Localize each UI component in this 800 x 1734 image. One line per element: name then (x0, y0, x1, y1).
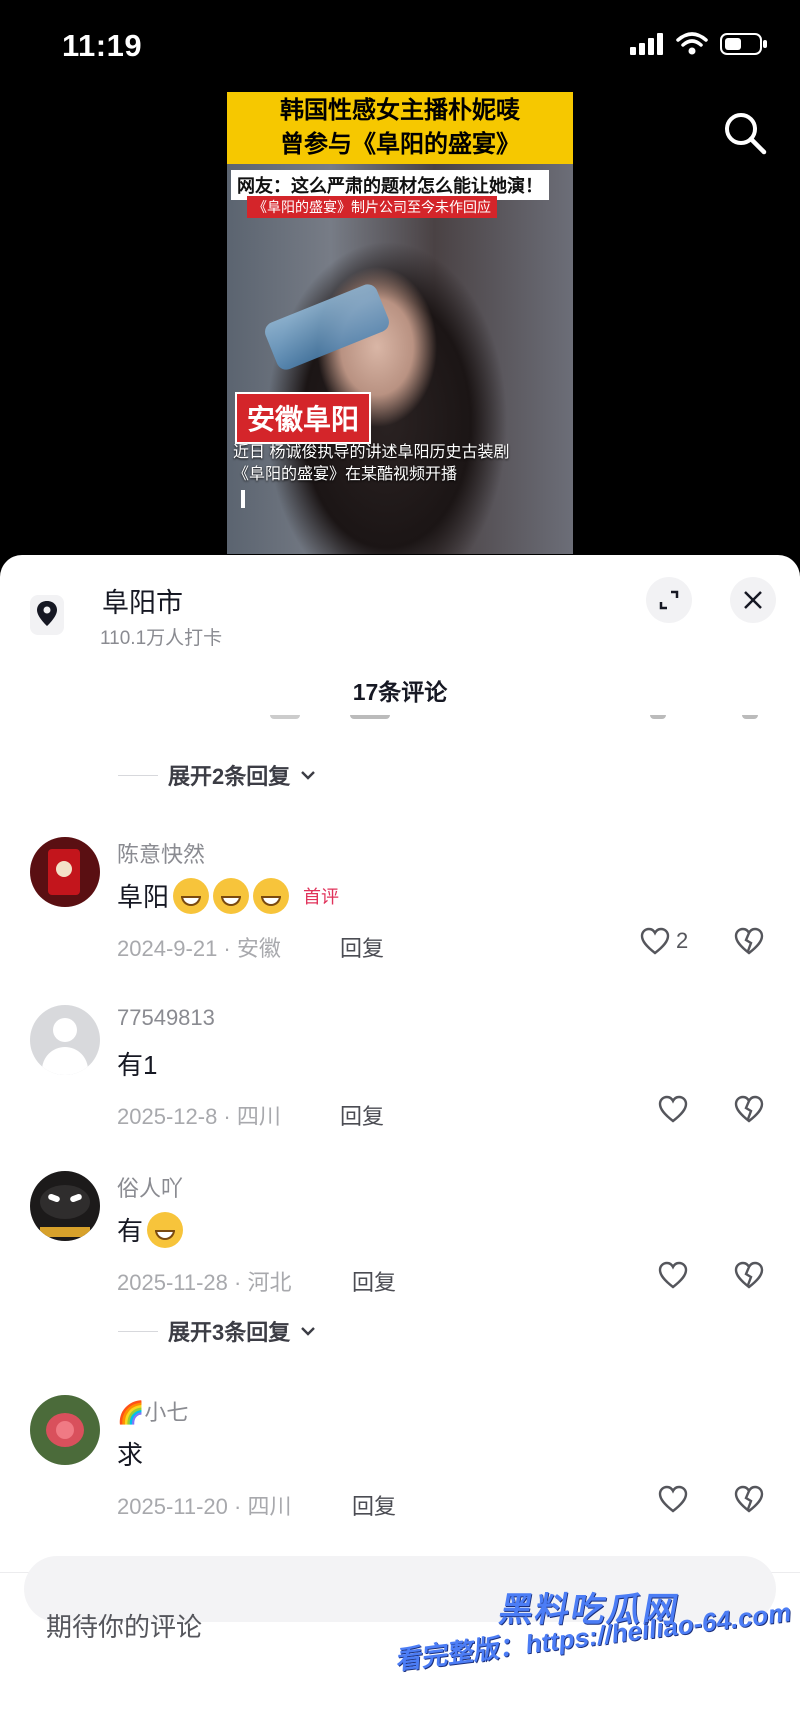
expand-replies-label: 展开3条回复 (168, 1320, 291, 1345)
expand-replies-label: 展开2条回复 (168, 764, 291, 789)
video-place-tag: 安徽阜阳 (235, 392, 372, 444)
like-button[interactable] (658, 1261, 688, 1289)
video-headline: 韩国性感女主播朴妮唛 曾参与《阜阳的盛宴》 (227, 92, 573, 164)
comment-item: 77549813 有1 2025-12-8 · 四川 回复 (0, 1005, 800, 1165)
comment-text: 有 (117, 1211, 184, 1248)
first-comment-badge: 首评 (303, 886, 340, 907)
comment-date-location: 2025-11-28 · 河北 (117, 1270, 292, 1295)
divider (118, 1330, 158, 1332)
chevron-down-icon (301, 1327, 316, 1336)
expand-icon (659, 590, 679, 610)
heart-icon (640, 927, 670, 955)
comment-text-content: 阜阳 (117, 882, 170, 912)
comment-username[interactable]: 陈意快然 (117, 837, 205, 869)
broken-heart-icon[interactable] (734, 1261, 764, 1289)
video-caption-line2: 《阜阳的盛宴》在某酷视频开播 (233, 466, 458, 483)
comment-text: 有1 (117, 1050, 158, 1080)
close-icon (744, 591, 762, 609)
comment-item: 陈意快然 阜阳 首评 2024-9-21 · 安徽 回复 2 (0, 837, 800, 997)
like-button[interactable] (658, 1095, 688, 1123)
comments-count-title: 17条评论 (352, 679, 448, 705)
heart-icon (658, 1261, 688, 1289)
reply-button[interactable]: 回复 (352, 1265, 396, 1297)
location-pin-icon (30, 595, 64, 635)
comment-input-placeholder: 期待你的评论 (46, 1612, 203, 1642)
caption-cursor (241, 490, 245, 508)
status-time: 11:19 (62, 28, 143, 63)
grin-sweat-emoji-icon (173, 877, 210, 914)
video-caption-line1: 近日 杨诚俊执导的讲述阜阳历史古装剧 (233, 444, 510, 461)
broken-heart-icon[interactable] (734, 1095, 764, 1123)
comment-username[interactable]: 77549813 (117, 1005, 215, 1031)
comment-text: 求 (117, 1440, 144, 1470)
comment-text-content: 有 (117, 1216, 144, 1246)
reply-button[interactable]: 回复 (340, 1099, 384, 1131)
comment-item: 🌈小七 求 2025-11-20 · 四川 回复 (0, 1395, 800, 1555)
expand-button[interactable] (646, 577, 692, 623)
comment-username[interactable]: 俗人吖 (117, 1171, 183, 1203)
heart-icon (658, 1095, 688, 1123)
status-bar: 11:19 (0, 0, 800, 90)
chevron-down-icon (301, 771, 316, 780)
video-caption: 近日 杨诚俊执导的讲述阜阳历史古装剧 《阜阳的盛宴》在某酷视频开播 (233, 442, 567, 486)
video-thumbnail[interactable]: 韩国性感女主播朴妮唛 曾参与《阜阳的盛宴》 网友：这么严肃的题材怎么能让她演！ … (227, 92, 573, 554)
reply-button[interactable]: 回复 (352, 1489, 396, 1521)
video-subtitle-2: 《阜阳的盛宴》制片公司至今未作回应 (247, 196, 497, 218)
expand-replies-row[interactable]: 展开3条回复 (118, 1315, 316, 1347)
grin-sweat-emoji-icon (253, 877, 290, 914)
comment-date-location: 2025-12-8 · 四川 (117, 1104, 281, 1129)
comment-date-location: 2025-11-20 · 四川 (117, 1494, 292, 1519)
search-icon[interactable] (720, 108, 770, 158)
reply-button[interactable]: 回复 (340, 931, 384, 963)
broken-heart-icon[interactable] (734, 1485, 764, 1513)
comment-username[interactable]: 🌈小七 (117, 1395, 188, 1427)
avatar[interactable] (30, 837, 100, 907)
close-button[interactable] (730, 577, 776, 623)
status-icons (630, 32, 768, 56)
battery-icon (720, 33, 767, 55)
avatar[interactable] (30, 1171, 100, 1241)
location-name[interactable]: 阜阳市 (102, 581, 183, 620)
wink-emoji-icon (147, 1211, 184, 1248)
like-count: 2 (676, 928, 689, 953)
signal-icon (630, 33, 663, 55)
video-headline-line1: 韩国性感女主播朴妮唛 (280, 97, 520, 124)
scrolled-comment-remnant (0, 715, 800, 725)
divider (118, 774, 158, 776)
wifi-icon (676, 32, 708, 55)
avatar[interactable] (30, 1395, 100, 1465)
like-button[interactable]: 2 (640, 927, 688, 955)
grin-sweat-emoji-icon (213, 877, 250, 914)
video-headline-line2: 曾参与《阜阳的盛宴》 (280, 131, 520, 158)
comment-date-location: 2024-9-21 · 安徽 (117, 936, 281, 961)
comment-text: 阜阳 首评 (117, 877, 339, 914)
like-button[interactable] (658, 1485, 688, 1513)
heart-icon (658, 1485, 688, 1513)
comment-item: 俗人吖 有 2025-11-28 · 河北 回复 (0, 1171, 800, 1331)
location-checkins: 110.1万人打卡 (100, 628, 223, 649)
expand-replies-row[interactable]: 展开2条回复 (118, 759, 316, 791)
broken-heart-icon[interactable] (734, 927, 764, 955)
avatar[interactable] (30, 1005, 100, 1075)
